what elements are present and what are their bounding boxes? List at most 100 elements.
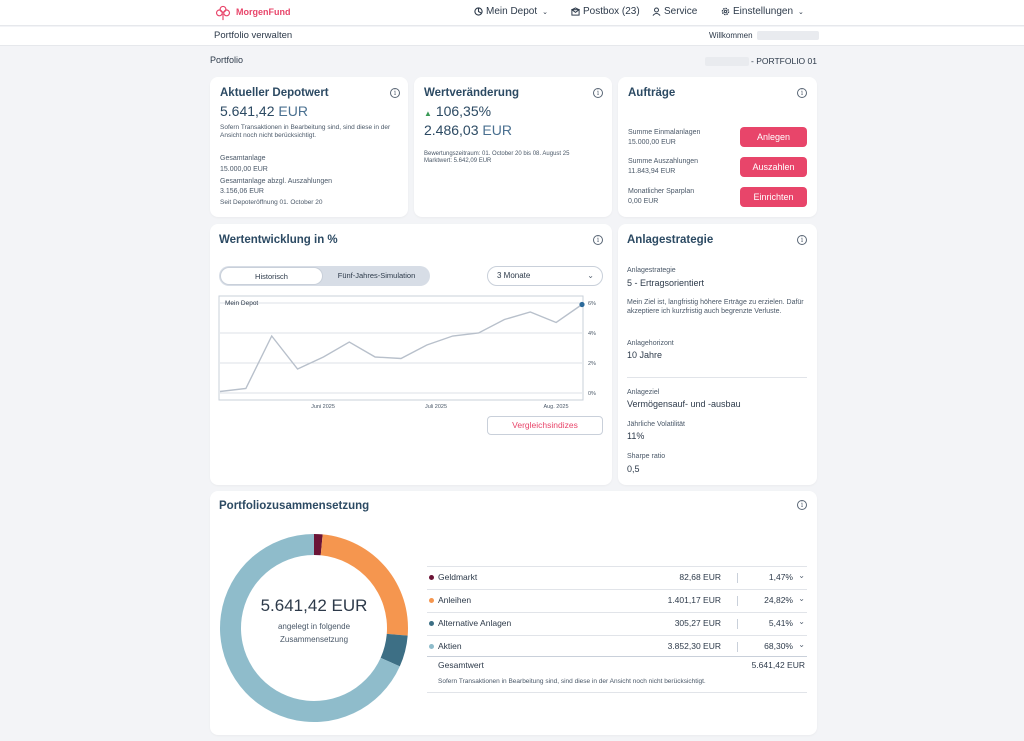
chart-mode-toggle: Historisch Fünf-Jahres-Simulation — [219, 266, 430, 286]
auszahlen-button[interactable]: Auszahlen — [740, 157, 807, 177]
legend-dot — [429, 644, 434, 649]
goal-value: Vermögensauf- und -ausbau — [627, 399, 741, 409]
depotwert-title: Aktueller Depotwert — [220, 87, 329, 99]
welcome-text: Willkommen — [709, 31, 819, 41]
chevron-down-icon[interactable]: ⌄ — [798, 594, 805, 603]
top-navigation: MorgenFund Mein Depot ⌄ Postbox (23) Ser… — [0, 0, 1024, 26]
sparplan-label: Monatlicher Sparplan — [628, 188, 695, 195]
allocation-percent: 24,82% — [764, 595, 793, 605]
portfolio-label: - PORTFOLIO 01 — [751, 56, 817, 66]
strategy-value: 5 - Ertragsorientiert — [627, 278, 705, 288]
redacted-portfolio-id — [704, 57, 749, 67]
series-label-mein-depot: Mein Depot — [225, 300, 258, 307]
user-icon — [652, 7, 661, 16]
donut-center-sub1: angelegt in folgende — [277, 622, 351, 631]
nav-service[interactable]: Service — [652, 6, 697, 17]
nav-mein-depot-label: Mein Depot — [486, 6, 538, 17]
nav-einstellungen[interactable]: Einstellungen ⌄ — [721, 6, 804, 17]
chevron-down-icon[interactable]: ⌄ — [798, 640, 805, 649]
performance-chart: 0% 2% 4% 6% Juni 2025 Juli 2025 Aug. 2025 Mein … — [218, 295, 596, 410]
sparplan-value: 0,00 EUR — [628, 198, 659, 205]
auftraege-card: Aufträge i Summe Einmalanlagen 15.000,00… — [618, 77, 817, 217]
brand-logo[interactable]: MorgenFund — [214, 3, 291, 21]
anlegen-button[interactable]: Anlegen — [740, 127, 807, 147]
depotwert-currency: EUR — [278, 103, 308, 119]
horizon-label: Anlagehorizont — [627, 340, 674, 347]
divider — [737, 619, 738, 629]
vergleichsindizes-button[interactable]: Vergleichsindizes — [487, 416, 603, 435]
allocation-name: Geldmarkt — [438, 572, 478, 582]
allocation-name: Anleihen — [438, 595, 472, 605]
chevron-down-icon[interactable]: ⌄ — [798, 617, 805, 626]
chevron-down-icon: ⌄ — [587, 271, 594, 280]
abzgl-label: Gesamtanlage abzgl. Auszahlungen — [220, 178, 333, 185]
range-select[interactable]: 3 Monate ⌄ — [487, 266, 603, 286]
allocation-row-alternative-anlagen[interactable]: Alternative Anlagen 305,27 EUR 5,41% ⌄ — [427, 612, 807, 634]
auszahlungen-label: Summe Auszahlungen — [628, 158, 699, 165]
total-label: Gesamtwert — [438, 660, 484, 670]
depotwert-note: Sofern Transaktionen in Bearbeitung sind… — [220, 124, 391, 139]
allocation-amount: 1.401,17 EUR — [667, 595, 721, 605]
chevron-down-icon[interactable]: ⌄ — [798, 571, 805, 580]
portfolio-verwalten-link[interactable]: Portfolio verwalten — [214, 30, 292, 41]
gesamtanlage-value: 15.000,00 EUR — [220, 166, 268, 173]
morgenfund-logo-icon — [215, 5, 231, 21]
wertveraenderung-card: Wertveränderung i ▲ 106,35% 2.486,03 EUR… — [414, 77, 612, 217]
info-icon[interactable]: i — [797, 500, 807, 510]
x-tick-label: Aug. 2025 — [543, 404, 568, 410]
donut-center-amount: 5.641,42 EUR — [260, 596, 368, 615]
depot-icon — [474, 7, 483, 16]
allocation-row-anleihen[interactable]: Anleihen 1.401,17 EUR 24,82% ⌄ — [427, 589, 807, 611]
sub-navigation: Portfolio verwalten Willkommen — [0, 27, 1024, 46]
allocation-row-aktien[interactable]: Aktien 3.852,30 EUR 68,30% ⌄ — [427, 635, 807, 657]
auszahlungen-value: 11.843,94 EUR — [628, 168, 676, 175]
x-tick-label: Juli 2025 — [425, 404, 447, 410]
y-tick-label: 2% — [588, 361, 596, 367]
x-tick-label: Juni 2025 — [311, 404, 335, 410]
info-icon[interactable]: i — [797, 235, 807, 245]
nav-postbox[interactable]: Postbox (23) — [571, 6, 640, 17]
donut-center-sub2: Zusammensetzung — [279, 635, 349, 644]
nav-service-label: Service — [664, 6, 698, 17]
sharpe-label: Sharpe ratio — [627, 453, 666, 460]
depotwert-amount-value: 5.641,42 — [220, 103, 275, 119]
y-tick-label: 4% — [588, 331, 596, 337]
volatility-label: Jährliche Volatilität — [627, 421, 685, 428]
marktwert: Marktwert: 5.642,09 EUR — [424, 158, 492, 164]
chart-plot-frame — [218, 295, 584, 401]
divider — [737, 596, 738, 606]
anlagestrategie-title: Anlagestrategie — [627, 234, 714, 246]
sharpe-value: 0,5 — [627, 464, 640, 474]
allocation-row-geldmarkt[interactable]: Geldmarkt 82,68 EUR 1,47% ⌄ — [427, 566, 807, 588]
info-icon[interactable]: i — [593, 235, 603, 245]
depotwert-card: Aktueller Depotwert i 5.641,42 EUR Sofer… — [210, 77, 408, 217]
depotwert-amount: 5.641,42 EUR — [220, 103, 308, 119]
wertentwicklung-title: Wertentwicklung in % — [219, 234, 338, 246]
allocation-note: Sofern Transaktionen in Bearbeitung sind… — [438, 678, 706, 685]
einrichten-button[interactable]: Einrichten — [740, 187, 807, 207]
breadcrumb-portfolio: Portfolio — [210, 55, 244, 65]
allocation-amount: 82,68 EUR — [679, 572, 721, 582]
info-icon[interactable]: i — [390, 88, 400, 98]
wertveraenderung-percent: ▲ 106,35% — [424, 103, 491, 119]
horizon-value: 10 Jahre — [627, 350, 663, 360]
abzgl-value: 3.156,06 EUR — [220, 188, 264, 195]
info-icon[interactable]: i — [797, 88, 807, 98]
range-select-value: 3 Monate — [497, 271, 531, 280]
gear-icon — [721, 7, 730, 16]
allocation-bottom-divider — [427, 692, 807, 693]
info-icon[interactable]: i — [593, 88, 603, 98]
portfolio-name: - PORTFOLIO 01 — [704, 56, 817, 67]
allocation-name: Alternative Anlagen — [438, 618, 512, 628]
allocation-name: Aktien — [438, 641, 462, 651]
tab-fuenf-jahres-simulation[interactable]: Fünf-Jahres-Simulation — [325, 267, 428, 285]
allocation-percent: 5,41% — [768, 618, 793, 628]
tab-historisch[interactable]: Historisch — [220, 267, 323, 285]
einmalanlagen-value: 15.000,00 EUR — [628, 139, 676, 146]
wertveraenderung-currency: EUR — [482, 122, 512, 138]
zusammensetzung-title: Portfoliozusammensetzung — [219, 500, 370, 512]
allocation-percent: 68,30% — [764, 641, 793, 651]
nav-mein-depot[interactable]: Mein Depot ⌄ — [474, 6, 548, 17]
divider — [737, 573, 738, 583]
goal-label: Anlageziel — [627, 389, 660, 396]
